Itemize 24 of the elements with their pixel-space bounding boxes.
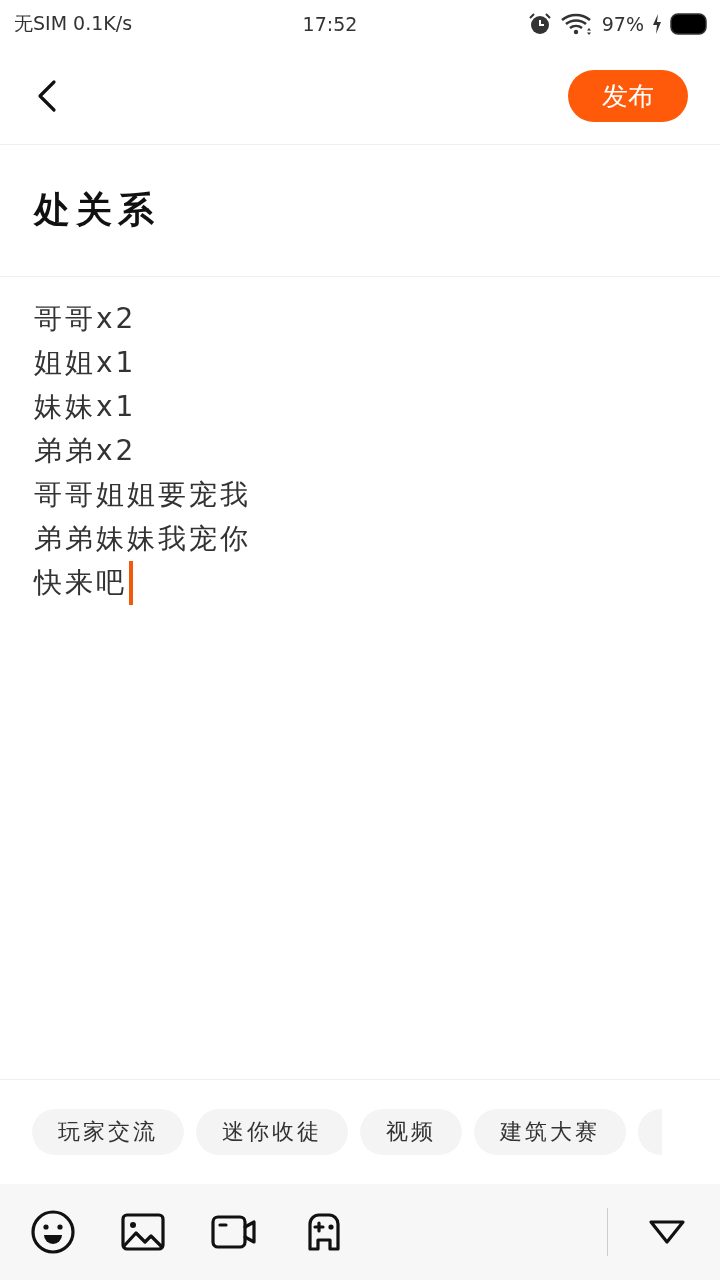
topic-chip[interactable]: 视频 xyxy=(360,1109,462,1155)
carrier-text: 无SIM 0.1K/s xyxy=(14,11,133,36)
charging-icon xyxy=(652,14,662,34)
body-text-line: 哥哥x2 xyxy=(34,301,137,337)
body-text-line: 妹妹x1 xyxy=(34,389,137,425)
body-text-line: 快来吧 xyxy=(34,565,127,601)
body-text-line: 弟弟x2 xyxy=(34,433,137,469)
text-cursor xyxy=(129,561,133,605)
post-title-field[interactable]: 处关系 xyxy=(34,186,160,235)
video-camera-icon[interactable] xyxy=(210,1213,258,1251)
image-icon[interactable] xyxy=(120,1212,166,1252)
alarm-icon xyxy=(527,12,552,36)
body-text-line: 哥哥姐姐要宠我 xyxy=(34,477,251,513)
battery-icon xyxy=(670,13,708,35)
body-text-line: 弟弟妹妹我宠你 xyxy=(34,521,251,557)
wifi-icon xyxy=(559,12,594,36)
body-text-line: 姐姐x1 xyxy=(34,345,137,381)
topic-chip[interactable]: 建筑大赛 xyxy=(474,1109,626,1155)
topic-chip[interactable]: 迷你收徒 xyxy=(196,1109,348,1155)
clock-text: 17:52 xyxy=(302,13,358,35)
battery-text: 97% xyxy=(601,13,644,35)
collapse-triangle-icon[interactable] xyxy=(648,1218,686,1246)
topic-chip[interactable]: 玩家交流 xyxy=(32,1109,184,1155)
emoji-icon[interactable] xyxy=(30,1209,76,1255)
